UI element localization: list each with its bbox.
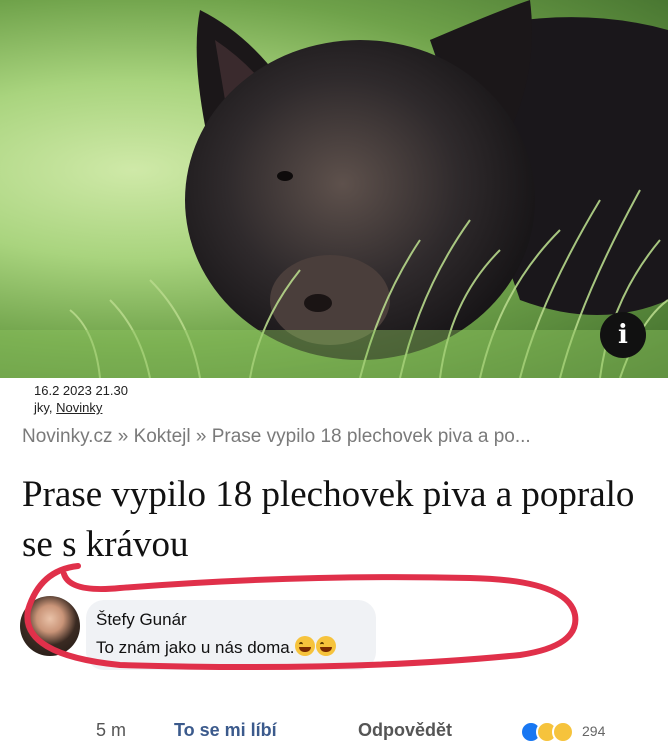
article-headline[interactable]: Prase vypilo 18 plechovek piva a popralo… xyxy=(22,470,652,570)
reply-button[interactable]: Odpovědět xyxy=(358,720,452,741)
comment-time[interactable]: 5 m xyxy=(96,720,126,741)
comment-author[interactable]: Štefy Gunár xyxy=(96,610,187,630)
laughing-tears-emoji xyxy=(295,636,316,656)
pig-illustration xyxy=(0,0,668,378)
breadcrumb[interactable]: Novinky.cz » Koktejl » Prase vypilo 18 p… xyxy=(22,426,662,448)
article-image[interactable]: i xyxy=(0,0,668,378)
comment-text: To znám jako u nás doma. xyxy=(96,638,295,657)
avatar[interactable] xyxy=(20,596,80,656)
laughing-tears-emoji xyxy=(316,636,337,656)
comment-text-row: To znám jako u nás doma. xyxy=(96,636,337,658)
author-prefix: jky, xyxy=(34,400,53,415)
article-author: jky, Novinky xyxy=(34,399,128,416)
author-link[interactable]: Novinky xyxy=(56,400,102,415)
info-icon[interactable]: i xyxy=(600,312,646,358)
article-meta: 16.2 2023 21.30 jky, Novinky xyxy=(34,382,128,416)
article-date: 16.2 2023 21.30 xyxy=(34,383,128,398)
wow-reaction-icon xyxy=(552,721,574,743)
reaction-count: 294 xyxy=(582,723,606,739)
like-button[interactable]: To se mi líbí xyxy=(174,720,277,741)
